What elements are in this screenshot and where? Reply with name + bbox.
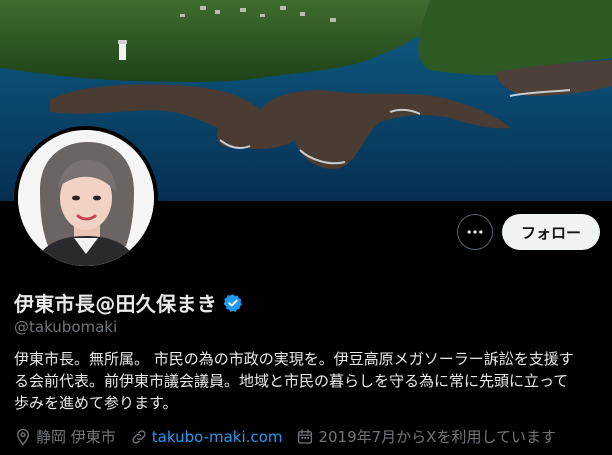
location-pin-icon: [17, 428, 29, 446]
profile-location: 静岡 伊東市: [14, 426, 116, 447]
follow-button[interactable]: フォロー: [502, 214, 600, 250]
bio-line: 伊東市長。無所属。 市民の為の市政の実現を。伊豆高原メガソーラー訴訟を支援す: [14, 350, 574, 368]
bio-line: 歩みを進めて参ります。: [14, 394, 178, 412]
link-icon: [132, 429, 146, 444]
profile-meta: 静岡 伊東市 takubo-maki.com 2019年7月からXを利用していま…: [14, 426, 570, 447]
joined-text: 2019年7月からXを利用しています: [318, 428, 556, 446]
more-horizontal-icon: [467, 230, 483, 234]
bio-line: る会前代表。前伊東市議会議員。地域と市民の暮らしを守る為に常に先頭に立って: [14, 372, 569, 390]
profile-handle: @takubomaki: [14, 318, 118, 336]
profile-avatar[interactable]: [14, 126, 158, 270]
website-link[interactable]: takubo-maki.com: [152, 428, 283, 446]
profile-website[interactable]: takubo-maki.com: [130, 428, 283, 446]
more-options-button[interactable]: [457, 214, 493, 250]
display-name: 伊東市長@田久保まき: [14, 292, 217, 316]
location-text: 静岡 伊東市: [36, 428, 116, 446]
profile-joined: 2019年7月からXを利用しています: [296, 426, 556, 447]
profile-name-row: 伊東市長@田久保まき: [14, 288, 243, 317]
profile-bio: 伊東市長。無所属。 市民の為の市政の実現を。伊豆高原メガソーラー訴訟を支援す る…: [14, 348, 602, 414]
avatar-image: [18, 130, 154, 266]
calendar-icon: [298, 429, 313, 444]
verified-badge-icon[interactable]: [223, 293, 243, 313]
